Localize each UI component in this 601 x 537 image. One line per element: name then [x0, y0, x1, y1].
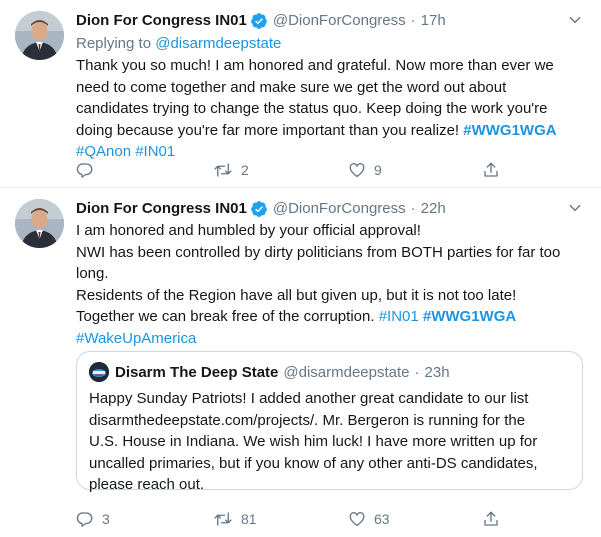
reply-mention-link[interactable]: @disarmdeepstate: [155, 35, 281, 52]
reply-button[interactable]: [76, 160, 102, 180]
quote-text-line: U.S. House in Indiana. We wish him luck!…: [89, 433, 538, 450]
separator-dot: ·: [410, 200, 416, 217]
tweet-actions: 2 9: [76, 160, 506, 180]
tweet-text-line: candidates trying to change the status q…: [76, 100, 548, 117]
timestamp[interactable]: 17h: [421, 11, 446, 31]
heart-icon: [349, 512, 365, 527]
tweet-text-line: #WakeUpAmerica: [76, 328, 581, 350]
quote-text-line: Happy Sunday Patriots! I added another g…: [89, 390, 529, 407]
verified-badge-icon: [250, 200, 268, 218]
quote-timestamp[interactable]: 23h: [425, 364, 450, 381]
tweet-text-line: NWI has been controlled by dirty politic…: [76, 243, 561, 261]
replying-to: Replying to @disarmdeepstate: [76, 34, 281, 54]
hashtag-link[interactable]: #WWG1WGA: [423, 308, 516, 325]
reply-icon: [76, 512, 93, 527]
hashtag-link[interactable]: #WakeUpAmerica: [76, 330, 196, 347]
timestamp[interactable]: 22h: [421, 199, 446, 219]
tweet-text-line: doing because you're far more important …: [76, 120, 581, 142]
quote-text: Happy Sunday Patriots! I added another g…: [89, 388, 569, 496]
quote-text-line: uncalled primaries, but if you know of a…: [89, 454, 538, 472]
verified-badge-icon: [250, 12, 268, 30]
reply-count: 3: [102, 511, 110, 527]
reply-icon: [76, 163, 93, 178]
tweet[interactable]: Dion For Congress IN01 @DionForCongress …: [0, 188, 601, 537]
hashtag-link[interactable]: #WWG1WGA: [463, 122, 556, 139]
quote-text-line: please reach out.: [89, 476, 205, 493]
avatar[interactable]: [15, 11, 64, 60]
author-name[interactable]: Dion For Congress IN01: [76, 199, 247, 219]
replying-prefix: Replying to: [76, 35, 156, 52]
share-button[interactable]: [482, 160, 500, 180]
author-handle[interactable]: @DionForCongress: [273, 199, 406, 219]
tweet-actions: 3 81 63: [76, 509, 506, 529]
like-count: 9: [374, 162, 382, 178]
like-count: 63: [374, 511, 390, 527]
tweet-text-line: long.: [76, 265, 109, 282]
tweet-text-span: doing because you're far more important …: [76, 121, 464, 139]
like-button[interactable]: 9: [348, 160, 382, 180]
tweet[interactable]: Dion For Congress IN01 @DionForCongress …: [0, 0, 601, 188]
quote-author-handle[interactable]: @disarmdeepstate: [283, 364, 409, 381]
chevron-down-icon[interactable]: [567, 12, 583, 28]
retweet-count: 81: [241, 511, 257, 527]
tweet-text-line: Together we can break free of the corrup…: [76, 306, 581, 328]
retweet-count: 2: [241, 162, 249, 178]
quote-avatar: [89, 362, 109, 382]
quote-header: Disarm The Deep State @disarmdeepstate ·…: [89, 362, 450, 382]
heart-icon: [349, 163, 365, 178]
chevron-down-icon[interactable]: [567, 200, 583, 216]
quoted-tweet[interactable]: Disarm The Deep State @disarmdeepstate ·…: [76, 351, 583, 493]
hashtag-link[interactable]: #QAnon: [76, 143, 131, 160]
tweet-text-line: Thank you so much! I am honored and grat…: [76, 57, 554, 74]
tweet-text-line: Residents of the Region have all but giv…: [76, 286, 517, 304]
quote-author-name[interactable]: Disarm The Deep State: [115, 364, 278, 381]
hashtag-link[interactable]: #IN01: [379, 308, 419, 325]
hashtag-link[interactable]: #IN01: [135, 143, 175, 160]
quote-text-line: disarmthedeepstate.com/projects/. Mr. Be…: [89, 411, 526, 429]
tweet-text-line: I am honored and humbled by your officia…: [76, 222, 421, 239]
retweet-button[interactable]: 2: [213, 160, 249, 180]
author-handle[interactable]: @DionForCongress: [273, 11, 406, 31]
separator-dot: ·: [414, 363, 420, 381]
tweet-text-span: Together we can break free of the corrup…: [76, 308, 379, 325]
separator-dot: ·: [410, 12, 416, 29]
like-button[interactable]: 63: [348, 509, 390, 529]
share-icon: [484, 162, 498, 177]
tweet-text: Thank you so much! I am honored and grat…: [76, 55, 581, 163]
retweet-button[interactable]: 81: [213, 509, 257, 529]
tweet-text: I am honored and humbled by your officia…: [76, 220, 581, 349]
share-button[interactable]: [482, 509, 500, 529]
tweet-text-line: need to come together and make sure we g…: [76, 78, 507, 96]
share-icon: [484, 511, 498, 526]
tweet-header: Dion For Congress IN01 @DionForCongress …: [76, 10, 561, 32]
reply-button[interactable]: 3: [76, 509, 110, 529]
tweet-header: Dion For Congress IN01 @DionForCongress …: [76, 198, 561, 220]
retweet-icon: [214, 163, 232, 177]
author-name[interactable]: Dion For Congress IN01: [76, 11, 247, 31]
retweet-icon: [214, 512, 232, 526]
avatar[interactable]: [15, 199, 64, 248]
